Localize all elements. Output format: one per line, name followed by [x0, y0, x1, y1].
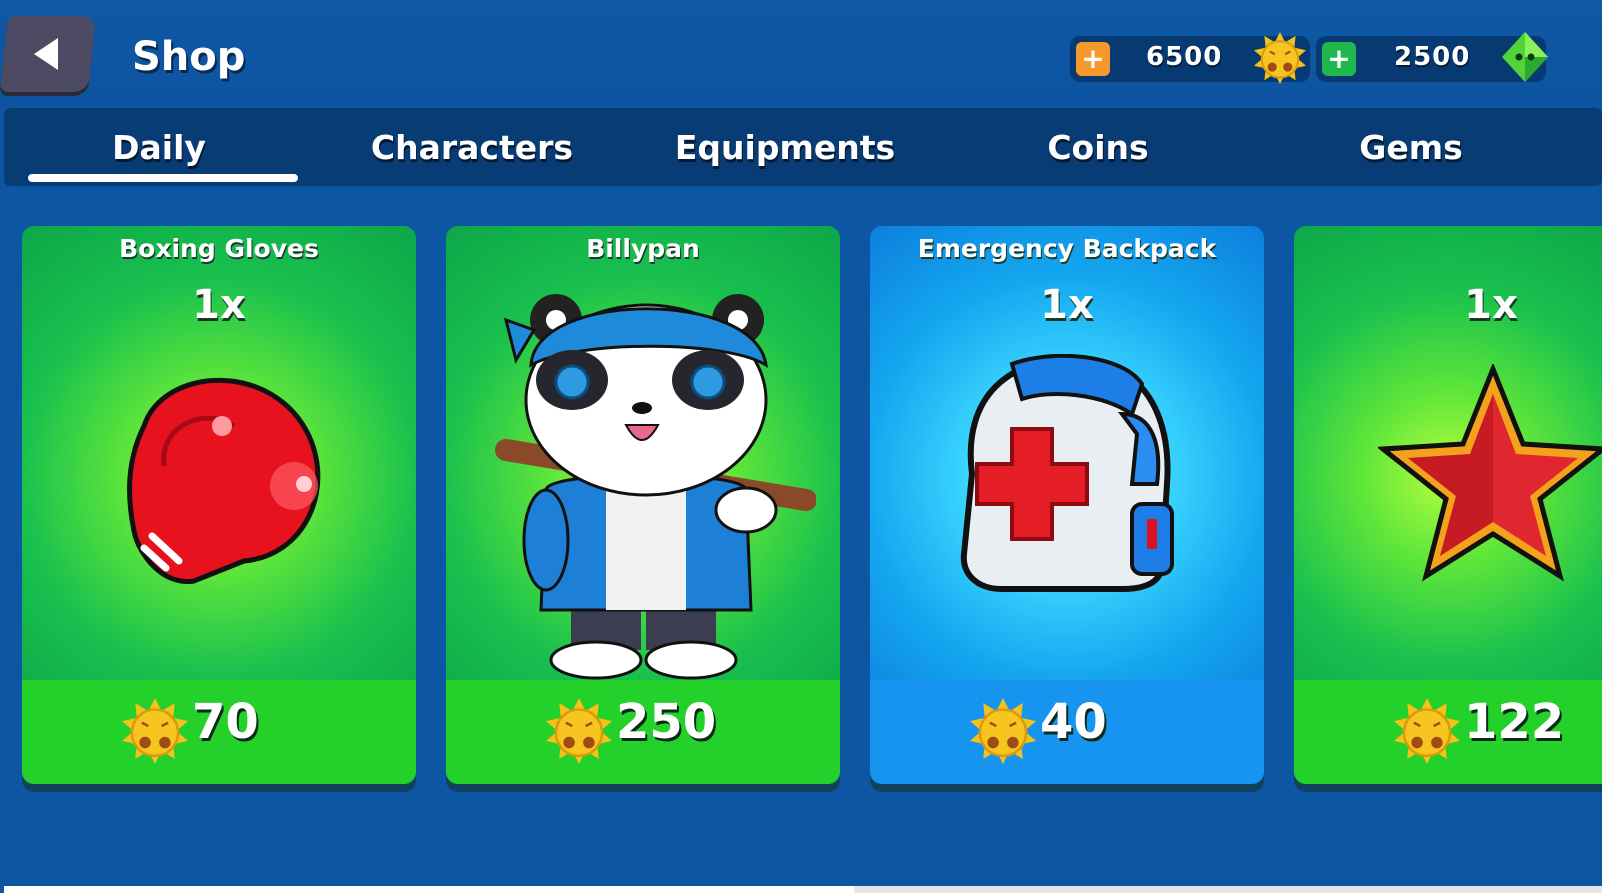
shop-card-emergency-backpack[interactable]: Emergency Backpack 1x 40: [870, 226, 1264, 784]
card-quantity: 1x: [1464, 282, 1518, 328]
tab-gems[interactable]: Gems: [1286, 128, 1536, 168]
spiky-coin-icon: [1394, 698, 1460, 764]
plus-icon: +: [1327, 42, 1351, 75]
tab-coins[interactable]: Coins: [973, 128, 1223, 168]
tab-equipments[interactable]: Equipments: [660, 128, 910, 168]
spiky-coin-icon: [970, 698, 1036, 764]
gem-balance-value: 2500: [1394, 42, 1471, 72]
card-title: Boxing Gloves: [119, 234, 319, 263]
medical-backpack-icon: [960, 354, 1174, 592]
back-button[interactable]: [0, 16, 96, 92]
spiky-coin-icon: [122, 698, 188, 764]
card-price: 250: [616, 694, 717, 750]
boxing-glove-icon: [127, 377, 321, 584]
add-coins-button[interactable]: +: [1076, 42, 1110, 76]
shop-card-billypan[interactable]: Billypan 250: [446, 226, 840, 784]
price-bar: 40: [870, 680, 1264, 784]
price-bar: 250: [446, 680, 840, 784]
spiky-coin-icon: [1254, 32, 1306, 84]
add-gems-button[interactable]: +: [1322, 42, 1356, 76]
top-bar: Shop + 6500 + 2500: [0, 0, 1602, 108]
plus-icon: +: [1081, 42, 1105, 75]
active-tab-indicator: [28, 174, 298, 182]
tab-characters[interactable]: Characters: [347, 128, 597, 168]
card-title: Billypan: [586, 234, 700, 263]
back-arrow-icon: [34, 38, 58, 70]
red-star-icon: [1378, 364, 1602, 582]
shop-card-star[interactable]: 1x 122: [1294, 226, 1602, 784]
coin-balance-value: 6500: [1146, 42, 1223, 72]
shop-card-boxing-gloves[interactable]: Boxing Gloves 1x 70: [22, 226, 416, 784]
page-title: Shop: [132, 34, 246, 80]
price-bar: 122: [1294, 680, 1602, 784]
card-quantity: 1x: [192, 282, 246, 328]
card-price: 40: [1040, 694, 1107, 750]
green-gem-icon: [1502, 32, 1548, 82]
tab-daily[interactable]: Daily: [34, 128, 284, 168]
card-price: 70: [192, 694, 259, 750]
card-price: 122: [1464, 694, 1565, 750]
gem-balance: + 2500: [1316, 32, 1548, 82]
card-quantity: 1x: [1040, 282, 1094, 328]
card-title: Emergency Backpack: [917, 234, 1217, 263]
coin-balance: + 6500: [1070, 32, 1310, 84]
spiky-coin-icon: [546, 698, 612, 764]
scrollbar-thumb[interactable]: [4, 886, 854, 893]
panda-character-icon: [495, 294, 816, 680]
tab-bar: Daily Characters Equipments Coins Gems: [4, 108, 1602, 186]
price-bar: 70: [22, 680, 416, 784]
